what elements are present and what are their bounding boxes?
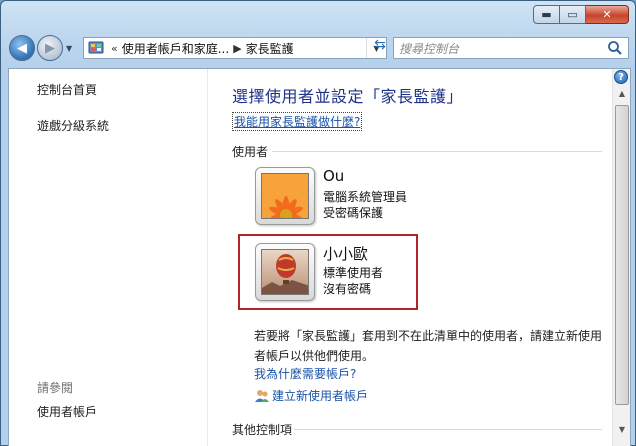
- user-password-status: 沒有密碼: [323, 282, 372, 296]
- control-panel-window: ▬ ▭ ✕ ◀ ▶ ▼ « 使用者帳戶和家庭... ▶ 家長監護 ▼ ⇆ 搜尋控…: [0, 0, 636, 446]
- breadcrumb-user-accounts[interactable]: 使用者帳戶和家庭...: [122, 40, 229, 57]
- users-icon: [255, 389, 269, 402]
- refresh-icon: ⇆: [374, 37, 386, 53]
- user-account-xiaoxiaoou[interactable]: 小小歐 標準使用者 沒有密碼: [255, 243, 419, 303]
- game-ratings-link[interactable]: 遊戲分級系統: [37, 117, 109, 134]
- task-pane: 控制台首頁 遊戲分級系統 請參閱 使用者帳戶: [9, 69, 208, 446]
- scroll-thumb[interactable]: [615, 105, 629, 405]
- help-icon[interactable]: ?: [614, 70, 628, 84]
- back-button[interactable]: ◀: [9, 35, 35, 61]
- user-role: 電腦系統管理員: [323, 190, 408, 204]
- create-new-account-link[interactable]: 建立新使用者帳戶: [254, 387, 368, 404]
- users-section-heading: 使用者: [232, 145, 269, 159]
- other-controls-heading: 其他控制項: [232, 423, 293, 437]
- content-area: 控制台首頁 遊戲分級系統 請參閱 使用者帳戶 選擇使用者並設定「家長監護」 我能…: [8, 68, 631, 446]
- control-panel-home-link[interactable]: 控制台首頁: [37, 81, 97, 98]
- user-picture: [255, 243, 315, 301]
- minimize-button[interactable]: ▬: [533, 5, 560, 24]
- create-new-account-label: 建立新使用者帳戶: [272, 389, 369, 403]
- main-pane: 選擇使用者並設定「家長監護」 我能用家長監護做什麼? 使用者 Ou 電腦系統管理…: [209, 69, 612, 446]
- user-account-ou[interactable]: Ou 電腦系統管理員 受密碼保護: [255, 167, 419, 227]
- search-icon[interactable]: [607, 40, 623, 56]
- user-accounts-link[interactable]: 使用者帳戶: [37, 403, 97, 420]
- parental-controls-help-link[interactable]: 我能用家長監護做什麼?: [232, 112, 363, 131]
- balloon-picture-icon: [261, 249, 309, 295]
- section-divider: [272, 151, 602, 152]
- user-picture: [255, 167, 315, 225]
- info-text: 若要將「家長監護」套用到不在此清單中的使用者，請建立新使用者帳戶以供他們使用。: [254, 329, 603, 363]
- recent-pages-dropdown[interactable]: ▼: [66, 44, 72, 53]
- user-password-status: 受密碼保護: [323, 206, 384, 220]
- caption-buttons: ▬ ▭ ✕: [533, 5, 629, 24]
- see-also-heading: 請參閱: [37, 381, 74, 395]
- scroll-up-icon[interactable]: ▲: [615, 89, 629, 103]
- breadcrumb-parental-controls[interactable]: 家長監護: [246, 40, 294, 57]
- search-box[interactable]: 搜尋控制台: [393, 37, 629, 59]
- section-divider: [294, 429, 602, 430]
- address-overflow[interactable]: «: [111, 42, 118, 55]
- navigation-bar: ◀ ▶ ▼ « 使用者帳戶和家庭... ▶ 家長監護 ▼ ⇆ 搜尋控制台: [9, 34, 629, 62]
- breadcrumb-separator-icon[interactable]: ▶: [233, 42, 241, 55]
- user-role: 標準使用者: [323, 266, 384, 280]
- vertical-scrollbar[interactable]: ? ▲ ▼: [612, 69, 630, 446]
- user-name: 小小歐: [323, 245, 369, 263]
- close-button[interactable]: ✕: [586, 5, 629, 24]
- search-input[interactable]: 搜尋控制台: [399, 40, 459, 57]
- back-arrow-icon: ◀: [17, 40, 27, 56]
- refresh-button[interactable]: ⇆: [367, 34, 393, 56]
- page-title: 選擇使用者並設定「家長監護」: [232, 87, 464, 106]
- forward-arrow-icon: ▶: [45, 40, 55, 56]
- user-name: Ou: [323, 167, 345, 185]
- address-bar[interactable]: « 使用者帳戶和家庭... ▶ 家長監護 ▼: [83, 37, 387, 59]
- why-need-account-link[interactable]: 我為什麼需要帳戶?: [254, 365, 356, 382]
- flower-picture-icon: [261, 173, 309, 219]
- forward-button[interactable]: ▶: [37, 35, 63, 61]
- scroll-down-icon[interactable]: ▼: [615, 425, 629, 439]
- control-panel-icon: [87, 40, 105, 56]
- maximize-button[interactable]: ▭: [560, 5, 586, 24]
